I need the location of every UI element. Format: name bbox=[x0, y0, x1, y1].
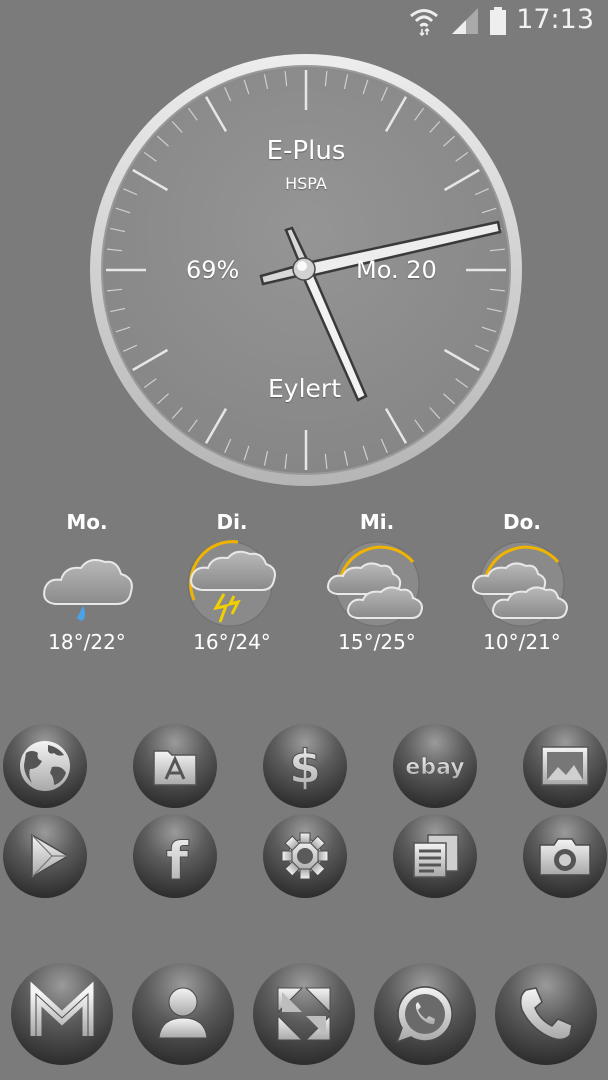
ebay-logo-text: ebay bbox=[405, 755, 464, 780]
battery-icon bbox=[490, 7, 506, 35]
gmail-icon bbox=[11, 963, 113, 1065]
network-type-label: HSPA bbox=[285, 174, 327, 193]
finance-app-button[interactable]: $ bbox=[262, 723, 348, 809]
facebook-logo-text: f bbox=[166, 832, 190, 892]
location-label: Eylert bbox=[268, 374, 341, 403]
thunderstorm-icon bbox=[187, 540, 276, 627]
rain-cloud-icon bbox=[43, 559, 133, 621]
status-bar: 17:13 bbox=[0, 0, 608, 44]
weather-temp-range: 18°/22° bbox=[48, 630, 126, 654]
gallery-app-button[interactable] bbox=[522, 723, 608, 809]
ebay-icon: ebay bbox=[393, 724, 477, 808]
weather-temp-range: 15°/25° bbox=[338, 630, 416, 654]
dollar-icon: $ bbox=[263, 724, 347, 808]
facebook-app-button[interactable]: f bbox=[132, 813, 218, 899]
play-store-icon bbox=[3, 814, 87, 898]
gmail-app-button[interactable] bbox=[10, 962, 114, 1066]
svg-text:$: $ bbox=[289, 740, 321, 794]
weather-day-label: Do. bbox=[503, 510, 541, 534]
folder-app-icon bbox=[133, 724, 217, 808]
browser-app-button[interactable] bbox=[2, 723, 88, 809]
wifi-icon bbox=[410, 9, 438, 36]
file-manager-app-button[interactable] bbox=[132, 723, 218, 809]
date-label: Mo. 20 bbox=[356, 256, 437, 284]
weather-temp-range: 10°/21° bbox=[483, 630, 561, 654]
clock-face bbox=[90, 54, 522, 486]
battery-level-label: 69% bbox=[186, 256, 240, 284]
weather-day-wednesday[interactable]: Mi. 15°/25° bbox=[312, 510, 442, 654]
phone-icon bbox=[495, 963, 597, 1065]
weather-temp-range: 16°/24° bbox=[193, 630, 271, 654]
cell-signal-icon bbox=[452, 8, 478, 34]
whatsapp-icon bbox=[374, 963, 476, 1065]
weather-day-label: Mi. bbox=[359, 510, 395, 534]
app-drawer-icon bbox=[253, 963, 355, 1065]
app-drawer-button[interactable] bbox=[252, 962, 356, 1066]
settings-app-button[interactable] bbox=[262, 813, 348, 899]
ebay-app-button[interactable]: ebay bbox=[392, 723, 478, 809]
weather-day-monday[interactable]: Mo. 18°/22° bbox=[22, 510, 152, 654]
play-store-app-button[interactable] bbox=[2, 813, 88, 899]
settings-gear-icon bbox=[263, 814, 347, 898]
phone-app-button[interactable] bbox=[494, 962, 598, 1066]
contacts-icon bbox=[132, 963, 234, 1065]
weather-day-thursday[interactable]: Do. 10°/21° bbox=[457, 510, 587, 654]
weather-day-label: Mo. bbox=[66, 510, 108, 534]
partly-cloudy-icon bbox=[472, 541, 568, 627]
whatsapp-app-button[interactable] bbox=[373, 962, 477, 1066]
camera-app-button[interactable] bbox=[522, 813, 608, 899]
partly-cloudy-icon bbox=[327, 541, 423, 627]
contacts-app-button[interactable] bbox=[131, 962, 235, 1066]
weather-day-label: Di. bbox=[216, 510, 248, 534]
analog-clock-widget[interactable]: E-Plus HSPA 69% Mo. 20 Eylert bbox=[88, 52, 524, 488]
carrier-label: E-Plus bbox=[266, 136, 346, 166]
news-app-button[interactable] bbox=[392, 813, 478, 899]
gallery-icon bbox=[523, 724, 607, 808]
globe-icon bbox=[3, 724, 87, 808]
camera-icon bbox=[523, 814, 607, 898]
status-time: 17:13 bbox=[516, 4, 594, 35]
weather-day-tuesday[interactable]: Di. 16°/24° bbox=[167, 510, 297, 654]
facebook-icon: f bbox=[133, 814, 217, 898]
news-icon bbox=[393, 814, 477, 898]
